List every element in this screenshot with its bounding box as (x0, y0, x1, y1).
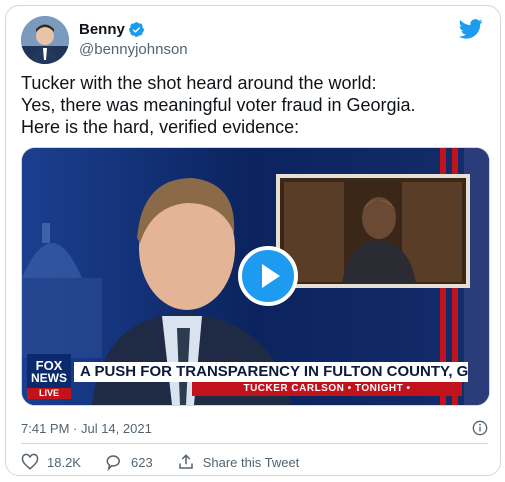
video-chyron: A PUSH FOR TRANSPARENCY IN FULTON COUNTY… (74, 362, 468, 382)
action-bar: 18.2K 623 Share this Tweet (21, 453, 323, 471)
info-icon[interactable] (472, 420, 488, 436)
author-handle[interactable]: @bennyjohnson (79, 41, 188, 58)
like-button[interactable]: 18.2K (21, 453, 81, 471)
verified-badge-icon (128, 22, 144, 37)
share-icon (178, 454, 193, 469)
twitter-bird-icon[interactable] (459, 19, 483, 39)
video-media[interactable]: FOX NEWS LIVE A PUSH FOR TRANSPARENCY IN… (21, 147, 490, 406)
tweet-text: Tucker with the shot heard around the wo… (21, 72, 491, 138)
tweet-card[interactable]: Benny @bennyjohnson Tucker with the shot… (5, 5, 501, 476)
share-label: Share this Tweet (202, 454, 300, 470)
tweet-timestamp[interactable]: 7:41 PM · Jul 14, 2021 (21, 421, 152, 436)
reply-count: 623 (130, 454, 153, 470)
divider (21, 443, 488, 444)
author-name[interactable]: Benny (79, 21, 125, 38)
reply-button[interactable]: 623 (105, 453, 153, 471)
fox-news-logo: FOX NEWS LIVE (27, 354, 71, 399)
play-button[interactable] (238, 246, 298, 306)
tweet-line: Here is the hard, verified evidence: (21, 117, 300, 137)
like-count: 18.2K (47, 454, 81, 470)
tweet-line: Yes, there was meaningful voter fraud in… (21, 95, 416, 115)
heart-icon (21, 453, 39, 470)
video-subchyron: TUCKER CARLSON • TONIGHT • (192, 382, 462, 396)
avatar[interactable] (21, 16, 69, 64)
tweet-line: Tucker with the shot heard around the wo… (21, 73, 377, 93)
author-name-row[interactable]: Benny (79, 21, 145, 38)
play-icon (262, 264, 280, 288)
reply-icon (106, 455, 120, 471)
share-button[interactable]: Share this Tweet (177, 453, 300, 471)
